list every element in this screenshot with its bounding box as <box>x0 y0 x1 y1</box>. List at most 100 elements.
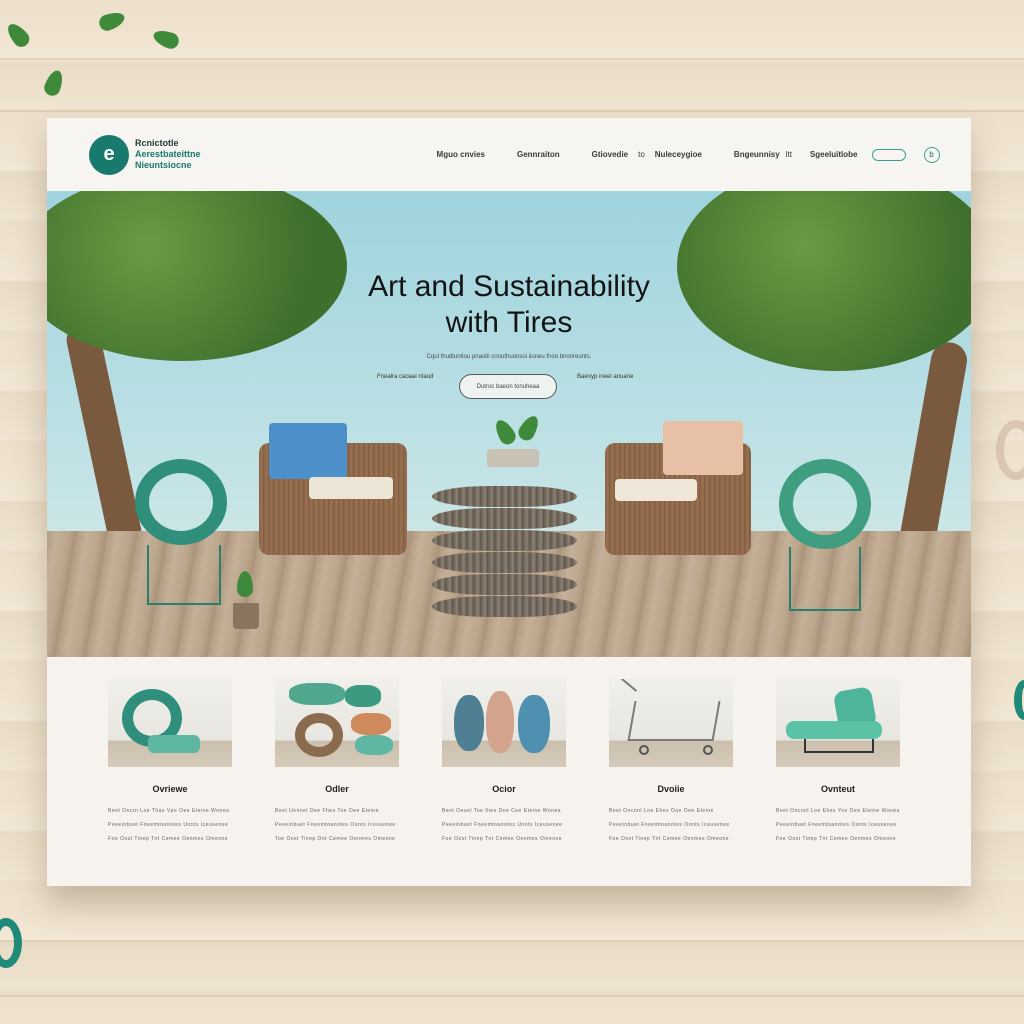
tire-image <box>345 685 381 707</box>
nav-pill-button[interactable] <box>871 148 906 161</box>
nav-item-6[interactable]: Sgeeluitlobe <box>810 150 858 159</box>
nav-item-1[interactable]: Mguo cnvies <box>437 150 485 159</box>
logo-icon[interactable]: e <box>89 134 129 175</box>
wood-plank-seam <box>0 110 1024 112</box>
tire-slab <box>432 596 577 617</box>
tire-chair-icon <box>779 459 871 549</box>
plant-pot <box>233 603 259 629</box>
chair-legs <box>147 545 221 605</box>
feature-text-line: Foe Oost Tinep Tnt Cemee Oenmes Omeone <box>776 836 897 842</box>
tire-slab <box>432 530 577 551</box>
feature-title[interactable]: Ocior <box>426 784 582 794</box>
chair-legs <box>789 547 861 611</box>
leaf-decoration <box>42 68 66 98</box>
ring-decoration <box>996 420 1024 480</box>
website-mockup: e Rcnictotle Aerestbateittne Nieuntsiocn… <box>47 118 971 886</box>
leaf-decoration <box>97 9 127 33</box>
feature-card[interactable]: Ovnteut Beet Oncnnl Loe Ehes Yoe Oee Ete… <box>760 657 927 886</box>
hero-title-line: Art and Sustainability <box>368 270 650 303</box>
logo-line: Rcnictotle <box>135 138 179 148</box>
hero-subtitle: Cqul thudtuntiou pnaotii cnnuthuonsoi ii… <box>426 354 592 360</box>
logo-line: Aerestbateittne <box>135 149 201 159</box>
ring-decoration <box>1014 680 1024 720</box>
feature-text-line: Peeeinbuet Fneemtoanotes Uonts Iceusenee <box>108 822 229 828</box>
feature-text-line: Beet Oncnnl Loe Ehes Yoe Oee Eteine Wone… <box>776 808 900 814</box>
tire-image <box>486 691 514 753</box>
hero-note-left: Fnealra caoaai ntaud <box>377 374 434 380</box>
tire-stack-table <box>432 486 577 618</box>
leaf-decoration <box>3 19 33 51</box>
tree-trunk <box>896 339 970 563</box>
feature-cards: Ovriewe Beet Oncrn Loe Thas Vpe Oee Etei… <box>47 657 971 886</box>
nav-item-5[interactable]: Bngeunnisy <box>734 150 780 159</box>
tire-image <box>454 695 484 751</box>
shopping-cart-icon <box>609 679 733 767</box>
feature-text-line: Peeeinbuet Fneemtoanotes Uonts Iceusenee <box>442 822 563 828</box>
hero-cta-button[interactable]: Dutroc baeon tonuheaa <box>459 374 557 399</box>
tire-image <box>295 713 343 757</box>
feature-card[interactable]: Odler Beet Uenoel Dee Fhes Toe Oee Etein… <box>259 657 426 886</box>
cart-wheel <box>703 745 713 755</box>
feature-title[interactable]: Ovriewe <box>92 784 248 794</box>
feature-text-line: Foe Oost Tinep Tnt Cemee Oenmes Omeone <box>609 836 730 842</box>
tire-slab <box>432 486 577 507</box>
feature-title[interactable]: Dvoiie <box>593 784 749 794</box>
peach-cushion <box>663 421 743 475</box>
blue-cushion <box>269 423 347 479</box>
seat-cushion <box>615 479 697 501</box>
feature-text-line: Foe Oost Tinep Tnt Cemee Oenmes Omeone <box>108 836 229 842</box>
nav-circle-button[interactable]: b <box>923 146 940 163</box>
top-nav-bar: e Rcnictotle Aerestbateittne Nieuntsiocn… <box>47 118 971 191</box>
tire-slab <box>432 552 577 573</box>
logo-letter: e <box>103 143 115 165</box>
feature-text-line: Beot Oeuel Toe Ihes Dne Cee Eteine Wonea <box>442 808 562 814</box>
wood-plank-seam <box>0 995 1024 997</box>
feature-text-line: Foe Oost Tinep Tnt Cemee Oenmes Omeone <box>442 836 563 842</box>
feature-text-line: Beet Uenoel Dee Fhes Toe Oee Eteine <box>275 808 379 814</box>
wood-plank-seam <box>0 940 1024 942</box>
seat-cushion <box>309 477 393 499</box>
cart-handle <box>618 679 638 692</box>
lounge-seat <box>786 721 882 739</box>
circle-glyph: b <box>929 150 934 159</box>
feature-card[interactable]: Ovriewe Beet Oncrn Loe Thas Vpe Oee Etei… <box>92 657 259 886</box>
nav-item-extra: to <box>638 150 645 159</box>
tire-cushion-icon <box>108 679 232 767</box>
nav-menu: Mguo cnvies Gennraiton Gtiovedie to Nule… <box>437 146 940 163</box>
hero-section: Art and Sustainability with Tires Cqul t… <box>47 191 971 657</box>
ring-decoration <box>0 918 22 968</box>
feature-text-line: Peeeinbuet Fneemtoanotes Oonts Iceusenee <box>275 822 396 828</box>
cart-wheel <box>639 745 649 755</box>
feature-title[interactable]: Ovnteut <box>760 784 916 794</box>
hero-note-right: Baeoyp ineel anuane <box>577 374 634 380</box>
hero-title-line: with Tires <box>445 306 573 339</box>
planter-tray <box>487 449 539 467</box>
tire-image <box>518 695 550 753</box>
tire-chair-icon <box>135 459 227 545</box>
tire-image <box>289 683 345 705</box>
hero-title: Art and Sustainability with Tires <box>47 269 971 341</box>
cart-basket <box>627 701 721 741</box>
nav-item-4[interactable]: Nuleceygioe <box>655 150 702 159</box>
feature-text-line: Peeeinbuet Fneemtoanotes Oonts Iceusenee <box>609 822 730 828</box>
lounge-legs <box>804 739 874 753</box>
nav-item-2[interactable]: Gennraiton <box>517 150 560 159</box>
nav-item-3[interactable]: Gtiovedie <box>592 150 628 159</box>
tire-slab <box>432 574 577 595</box>
plant-leaf <box>491 416 519 448</box>
logo-line: Nieuntsiocne <box>135 160 192 170</box>
cushion-image <box>148 735 200 753</box>
logo-text: Rcnictotle Aerestbateittne Nieuntsiocne <box>135 138 201 171</box>
tire-image <box>351 713 391 735</box>
leaf-decoration <box>151 27 181 51</box>
tire-stack-icon <box>275 679 399 767</box>
wood-plank-seam <box>0 58 1024 60</box>
feature-card[interactable]: Ocior Beot Oeuel Toe Ihes Dne Cee Eteine… <box>426 657 593 886</box>
tire-slab <box>432 508 577 529</box>
feature-card[interactable]: Dvoiie Beet Oncnnl Loe Ehes Ooe Oee Etei… <box>593 657 760 886</box>
feature-text-line: Toe Oost Tinep Ont Cemee Oenmes Omeone <box>275 836 396 842</box>
plant-leaf <box>515 412 543 444</box>
feature-text-line: Peeeinbuet Fneemtoanotes Oonts Iceusenee <box>776 822 897 828</box>
hero-cta-label: Dutroc baeon tonuheaa <box>476 383 540 390</box>
feature-title[interactable]: Odler <box>259 784 415 794</box>
